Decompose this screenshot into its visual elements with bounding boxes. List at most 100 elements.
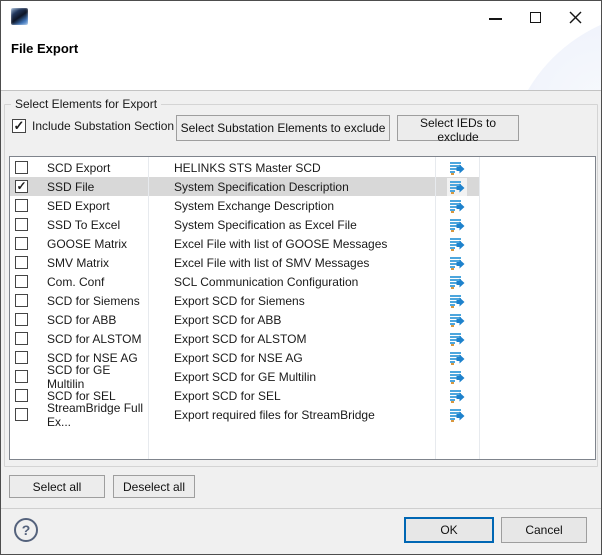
export-icon-button[interactable] (447, 159, 467, 177)
export-icon-button[interactable] (447, 178, 467, 196)
deselect-all-button[interactable]: Deselect all (113, 475, 195, 498)
export-table[interactable]: SCD Export HELINKS STS Master SCD ✓ (9, 156, 596, 460)
row-description: Export required files for StreamBridge (174, 408, 375, 422)
include-substation-label: Include Substation Section (32, 119, 174, 133)
export-icon-button[interactable] (447, 349, 467, 367)
maximize-icon (530, 12, 541, 23)
export-icon (449, 179, 465, 195)
row-checkbox[interactable] (15, 294, 28, 307)
close-button[interactable] (555, 1, 595, 33)
row-name: SCD for Siemens (47, 294, 140, 308)
help-button[interactable]: ? (14, 518, 38, 542)
row-checkbox[interactable] (15, 218, 28, 231)
help-icon: ? (22, 522, 31, 538)
table-rows: SCD Export HELINKS STS Master SCD ✓ (10, 158, 595, 424)
page-title: File Export (11, 41, 78, 56)
file-export-dialog: File Export Select Elements for Export ✓… (0, 0, 602, 555)
table-row[interactable]: SCD for GE Multilin Export SCD for GE Mu… (10, 367, 595, 386)
export-icon-button[interactable] (447, 216, 467, 234)
row-checkbox[interactable] (15, 256, 28, 269)
table-row[interactable]: SCD for Siemens Export SCD for Siemens (10, 291, 595, 310)
export-icon (449, 160, 465, 176)
export-icon-button[interactable] (447, 406, 467, 424)
table-row[interactable]: GOOSE Matrix Excel File with list of GOO… (10, 234, 595, 253)
table-row[interactable]: SSD To Excel System Specification as Exc… (10, 215, 595, 234)
close-icon (569, 11, 582, 24)
row-description: System Specification Description (174, 180, 349, 194)
export-icon (449, 217, 465, 233)
include-substation-row[interactable]: ✓ Include Substation Section (12, 119, 174, 133)
row-name: Com. Conf (47, 275, 104, 289)
cancel-button[interactable]: Cancel (501, 517, 587, 543)
row-checkbox[interactable] (15, 351, 28, 364)
row-description: Export SCD for Siemens (174, 294, 305, 308)
export-icon (449, 407, 465, 423)
row-checkbox[interactable] (15, 199, 28, 212)
group-label: Select Elements for Export (11, 97, 161, 111)
row-name: GOOSE Matrix (47, 237, 127, 251)
table-row[interactable]: SED Export System Exchange Description (10, 196, 595, 215)
minimize-icon (489, 18, 502, 20)
row-description: Export SCD for SEL (174, 389, 281, 403)
row-description: SCL Communication Configuration (174, 275, 358, 289)
row-name: SCD for ALSTOM (47, 332, 141, 346)
export-icon (449, 274, 465, 290)
export-icon (449, 388, 465, 404)
select-all-button[interactable]: Select all (9, 475, 105, 498)
row-checkbox[interactable] (15, 370, 28, 383)
export-icon-button[interactable] (447, 387, 467, 405)
row-description: HELINKS STS Master SCD (174, 161, 321, 175)
row-checkbox[interactable] (15, 332, 28, 345)
export-icon (449, 236, 465, 252)
row-description: System Exchange Description (174, 199, 334, 213)
row-description: Export SCD for ABB (174, 313, 281, 327)
table-row[interactable]: ✓ SSD File System Specification Descript… (10, 177, 595, 196)
row-description: Excel File with list of SMV Messages (174, 256, 369, 270)
table-row[interactable]: StreamBridge Full Ex... Export required … (10, 405, 595, 424)
export-icon-button[interactable] (447, 330, 467, 348)
table-row[interactable]: SMV Matrix Excel File with list of SMV M… (10, 253, 595, 272)
export-icon-button[interactable] (447, 273, 467, 291)
table-row[interactable]: SCD for ALSTOM Export SCD for ALSTOM (10, 329, 595, 348)
export-icon (449, 198, 465, 214)
select-substation-elements-button[interactable]: Select Substation Elements to exclude (176, 115, 390, 141)
maximize-button[interactable] (515, 1, 555, 33)
minimize-button[interactable] (475, 1, 515, 33)
export-icon (449, 255, 465, 271)
row-name: SSD To Excel (47, 218, 120, 232)
export-icon-button[interactable] (447, 197, 467, 215)
row-checkbox[interactable] (15, 275, 28, 288)
select-ieds-button[interactable]: Select IEDs to exclude (397, 115, 519, 141)
app-icon (11, 8, 28, 25)
table-row[interactable]: SCD Export HELINKS STS Master SCD (10, 158, 595, 177)
table-row[interactable]: SCD for ABB Export SCD for ABB (10, 310, 595, 329)
row-description: Export SCD for ALSTOM (174, 332, 307, 346)
row-name: SMV Matrix (47, 256, 109, 270)
export-icon (449, 312, 465, 328)
export-icon-button[interactable] (447, 235, 467, 253)
row-name: SCD for ABB (47, 313, 116, 327)
export-icon (449, 350, 465, 366)
export-icon-button[interactable] (447, 311, 467, 329)
row-checkbox[interactable] (15, 389, 28, 402)
table-row[interactable]: Com. Conf SCL Communication Configuratio… (10, 272, 595, 291)
export-icon-button[interactable] (447, 292, 467, 310)
export-icon (449, 331, 465, 347)
export-icon (449, 369, 465, 385)
titlebar[interactable] (1, 1, 601, 33)
row-checkbox[interactable] (15, 161, 28, 174)
row-checkbox[interactable]: ✓ (15, 180, 28, 193)
ok-button[interactable]: OK (404, 517, 494, 543)
row-name: StreamBridge Full Ex... (47, 401, 148, 429)
export-icon (449, 293, 465, 309)
row-check-glyph: ✓ (16, 181, 26, 192)
row-checkbox[interactable] (15, 237, 28, 250)
export-icon-button[interactable] (447, 368, 467, 386)
dialog-content: Select Elements for Export ✓ Include Sub… (1, 92, 601, 554)
row-description: Excel File with list of GOOSE Messages (174, 237, 387, 251)
row-checkbox[interactable] (15, 408, 28, 421)
export-icon-button[interactable] (447, 254, 467, 272)
row-description: Export SCD for GE Multilin (174, 370, 316, 384)
include-substation-checkbox[interactable]: ✓ (12, 119, 26, 133)
row-checkbox[interactable] (15, 313, 28, 326)
